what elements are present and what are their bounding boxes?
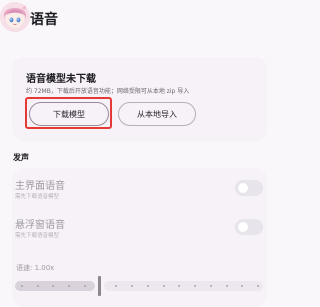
float-voice-title: 悬浮窗语音 — [15, 220, 65, 231]
toggle-knob — [238, 183, 248, 193]
slider-tick — [68, 285, 70, 287]
slider-tick — [257, 285, 259, 287]
slider-tick — [194, 285, 196, 287]
slider-tick — [147, 285, 149, 287]
slider-tick — [131, 285, 133, 287]
card-description: 约 72MB，下载后开放语音功能；网络受限可从本地 zip 导入 — [26, 88, 190, 95]
speech-rate-label: 语速: 1.00x — [16, 264, 55, 272]
slider-tick — [241, 285, 243, 287]
main-voice-subtitle: 需先下载语音模型 — [15, 194, 60, 200]
model-download-card: 语音模型未下载 约 72MB，下载后开放语音功能；网络受限可从本地 zip 导入… — [12, 57, 267, 141]
download-model-button[interactable]: 下载模型 — [29, 102, 109, 126]
main-voice-toggle[interactable] — [235, 180, 263, 196]
import-local-button[interactable]: 从本地导入 — [118, 102, 196, 126]
app-header: 语音 — [0, 0, 281, 40]
toggle-knob — [238, 222, 248, 232]
slider-tick — [163, 285, 165, 287]
slider-tick — [115, 285, 117, 287]
float-voice-subtitle: 需先下载语音模型 — [15, 233, 60, 239]
slider-thumb[interactable] — [98, 276, 101, 296]
float-voice-toggle[interactable] — [235, 219, 263, 235]
main-voice-title: 主界面语音 — [15, 181, 65, 192]
slider-tick — [21, 285, 23, 287]
slider-tick — [226, 285, 228, 287]
speech-rate-slider[interactable] — [15, 276, 263, 296]
avatar[interactable] — [0, 2, 30, 32]
slider-tick — [178, 285, 180, 287]
anime-avatar-icon — [0, 2, 30, 32]
section-title: 发声 — [13, 153, 29, 162]
slider-tick — [210, 285, 212, 287]
slider-tick — [37, 285, 39, 287]
card-title: 语音模型未下载 — [26, 74, 96, 85]
voice-settings-card: 主界面语音 需先下载语音模型 悬浮窗语音 需先下载语音模型 语速: 1.00x — [12, 168, 267, 307]
slider-active-track — [15, 281, 95, 291]
page-title: 语音 — [30, 12, 58, 28]
slider-inactive-track — [104, 281, 263, 291]
slider-tick — [84, 285, 86, 287]
slider-tick — [52, 285, 54, 287]
